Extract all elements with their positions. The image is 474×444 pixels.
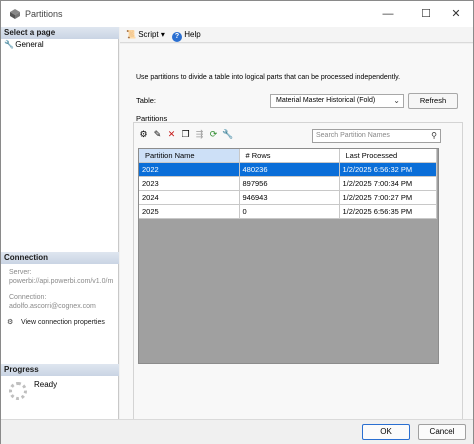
ok-button[interactable]: OK: [362, 424, 410, 440]
cell-partition-name: 2023: [139, 176, 240, 191]
script-label: Script: [138, 30, 159, 39]
connection-header: Connection: [1, 252, 119, 264]
table-select[interactable]: Material Master Historical (Fold) ⌄: [270, 94, 404, 108]
sidebar-item-label: General: [15, 40, 44, 49]
app-icon: [10, 9, 20, 19]
cell-rows: 480236: [239, 162, 340, 177]
cell-partition-name: 2024: [139, 190, 240, 205]
column-header-partition-name[interactable]: Partition Name: [139, 149, 240, 163]
description-text: Use partitions to divide a table into lo…: [136, 74, 401, 81]
connection-properties-icon: ⚙: [7, 319, 14, 326]
delete-partition-icon[interactable]: ✕: [166, 129, 177, 140]
window-title: Partitions: [25, 9, 63, 19]
connection-value: adolfo.ascorri@cognex.com: [9, 303, 96, 310]
new-partition-icon[interactable]: ⚙: [138, 129, 149, 140]
search-placeholder: Search Partition Names: [316, 132, 390, 139]
cell-partition-name: 2022: [139, 162, 240, 177]
view-connection-properties-link[interactable]: ⚙ View connection properties: [7, 318, 105, 326]
progress-status: Ready: [34, 380, 58, 389]
table-row[interactable]: 2025 0 1/2/2025 6:56:35 PM: [139, 204, 437, 219]
cell-last-processed: 1/2/2025 6:56:32 PM: [339, 162, 437, 177]
table-row[interactable]: 2024 946943 1/2/2025 7:00:27 PM: [139, 190, 437, 205]
cancel-button[interactable]: Cancel: [418, 424, 466, 440]
progress-header: Progress: [1, 364, 119, 376]
script-icon: 📜: [126, 30, 136, 39]
edit-partition-icon[interactable]: ✎: [152, 129, 163, 140]
merge-partitions-icon[interactable]: ⇶: [194, 129, 205, 140]
help-label: Help: [184, 30, 201, 39]
sidebar-item-general[interactable]: 🔧 General: [4, 40, 44, 50]
cell-rows: 946943: [239, 190, 340, 205]
process-partition-icon[interactable]: ⟳: [208, 129, 219, 140]
help-icon: ?: [172, 32, 182, 42]
close-button[interactable]: ✕: [439, 1, 473, 27]
cell-last-processed: 1/2/2025 6:56:35 PM: [339, 204, 437, 219]
chevron-down-icon: ▾: [160, 30, 165, 39]
table-label: Table:: [136, 96, 157, 105]
cell-rows: 897956: [239, 176, 340, 191]
progress-spinner-icon: [9, 382, 27, 400]
cell-partition-name: 2025: [139, 204, 240, 219]
partitions-dialog: Partitions — ☐ ✕ Select a page 🔧 General…: [0, 0, 474, 444]
copy-partition-icon[interactable]: ❐: [180, 129, 191, 140]
refresh-button[interactable]: Refresh: [408, 93, 458, 109]
cell-last-processed: 1/2/2025 7:00:27 PM: [339, 190, 437, 205]
search-input[interactable]: Search Partition Names ⚲: [312, 129, 441, 143]
view-connection-label: View connection properties: [20, 319, 105, 326]
cell-last-processed: 1/2/2025 7:00:34 PM: [339, 176, 437, 191]
help-button[interactable]: ? Help: [172, 29, 201, 42]
cell-rows: 0: [239, 204, 340, 219]
table-select-value: Material Master Historical (Fold): [276, 97, 376, 104]
table-row[interactable]: 2023 897956 1/2/2025 7:00:34 PM: [139, 176, 437, 191]
properties-wrench-icon[interactable]: 🔧: [222, 129, 233, 140]
column-header-last-processed[interactable]: Last Processed: [339, 149, 437, 163]
title-bar: Partitions — ☐ ✕: [1, 1, 473, 27]
toolbar: 📜 Script ▾ ? Help: [120, 27, 473, 43]
column-header-rows[interactable]: # Rows: [239, 149, 340, 163]
table-row[interactable]: 2022 480236 1/2/2025 6:56:32 PM: [139, 162, 437, 177]
server-label: Server:: [9, 269, 32, 276]
partitions-grid: Partition Name # Rows Last Processed 202…: [138, 148, 439, 364]
chevron-down-icon: ⌄: [393, 96, 400, 105]
select-page-header: Select a page: [1, 27, 119, 39]
wrench-icon: 🔧: [4, 40, 14, 49]
dialog-footer: OK Cancel: [1, 419, 473, 444]
sidebar: Select a page 🔧 General Connection Serve…: [1, 27, 119, 419]
content-area: Use partitions to divide a table into lo…: [120, 44, 473, 422]
connection-label: Connection:: [9, 294, 47, 301]
search-icon: ⚲: [431, 131, 437, 140]
script-button[interactable]: 📜 Script ▾: [126, 29, 165, 40]
server-value: powerbi://api.powerbi.com/v1.0/m: [9, 278, 114, 285]
minimize-button[interactable]: —: [371, 1, 405, 27]
main-panel: 📜 Script ▾ ? Help Use partitions to divi…: [120, 27, 473, 422]
maximize-button[interactable]: ☐: [409, 1, 443, 27]
